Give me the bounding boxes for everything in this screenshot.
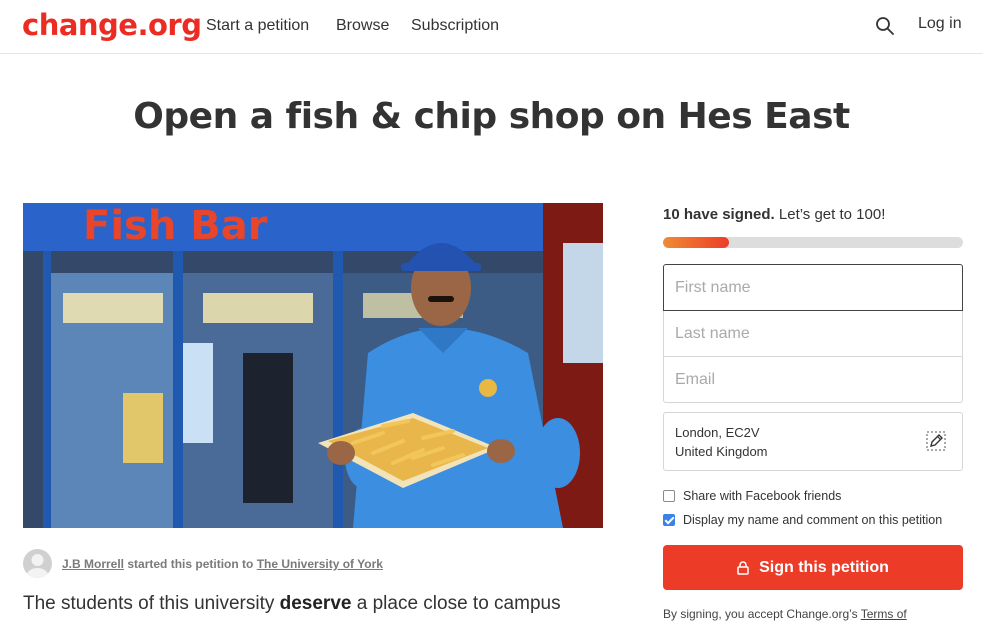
- description-before: The students of this university: [23, 593, 280, 614]
- signature-progress-bar: [663, 237, 963, 248]
- signature-goal-text: Let’s get to 100!: [774, 206, 886, 223]
- top-header: change.org Start a petition Browse Subsc…: [0, 0, 983, 54]
- display-name-checkbox[interactable]: [663, 514, 675, 526]
- display-name-label: Display my name and comment on this peti…: [683, 513, 943, 527]
- sign-button-label: Sign this petition: [759, 558, 889, 576]
- terms-notice: By signing, you accept Change.org’s Term…: [663, 607, 907, 621]
- starter-middle-text: started this petition to: [124, 557, 257, 571]
- location-box[interactable]: London, EC2V United Kingdom: [663, 412, 963, 471]
- nav-start-petition[interactable]: Start a petition: [206, 17, 309, 35]
- share-facebook-checkbox[interactable]: [663, 490, 675, 502]
- display-name-row[interactable]: Display my name and comment on this peti…: [663, 513, 942, 527]
- edit-location-icon[interactable]: [926, 431, 946, 451]
- avatar-icon: [26, 554, 49, 578]
- email-input[interactable]: [663, 357, 963, 403]
- logo[interactable]: change.org: [22, 8, 202, 42]
- sign-form: [663, 264, 963, 403]
- share-facebook-label: Share with Facebook friends: [683, 489, 842, 503]
- fish-shop-photo: Fish Bar: [23, 203, 603, 528]
- starter-avatar[interactable]: [23, 549, 52, 578]
- petition-photo: Fish Bar: [23, 203, 603, 528]
- nav-subscription[interactable]: Subscription: [411, 17, 499, 35]
- first-name-input[interactable]: [663, 264, 963, 311]
- description-bold: deserve: [279, 593, 352, 614]
- location-line2: United Kingdom: [675, 444, 768, 459]
- terms-link[interactable]: Terms of: [861, 607, 907, 621]
- petition-title: Open a fish & chip shop on Hes East: [133, 96, 850, 137]
- signature-count-text: 10 have signed.: [663, 206, 775, 223]
- signature-progress-fill: [663, 237, 729, 248]
- lock-icon: [737, 560, 749, 575]
- last-name-input[interactable]: [663, 311, 963, 357]
- nav-browse[interactable]: Browse: [336, 17, 389, 35]
- description-after: a place close to campus: [351, 593, 561, 614]
- sign-petition-button[interactable]: Sign this petition: [663, 545, 963, 590]
- shop-sign-text: Fish Bar: [83, 203, 268, 249]
- petition-description: The students of this university deserve …: [23, 593, 561, 615]
- search-icon[interactable]: [875, 16, 895, 36]
- share-facebook-row[interactable]: Share with Facebook friends: [663, 489, 841, 503]
- signature-count: 10 have signed. Let’s get to 100!: [663, 206, 885, 223]
- decision-maker-link[interactable]: The University of York: [257, 557, 383, 571]
- starter-name-link[interactable]: J.B Morrell: [62, 557, 124, 571]
- login-link[interactable]: Log in: [918, 15, 962, 33]
- location-line1: London, EC2V: [675, 425, 760, 440]
- terms-prefix: By signing, you accept Change.org’s: [663, 607, 861, 621]
- starter-line: J.B Morrell started this petition to The…: [62, 557, 383, 571]
